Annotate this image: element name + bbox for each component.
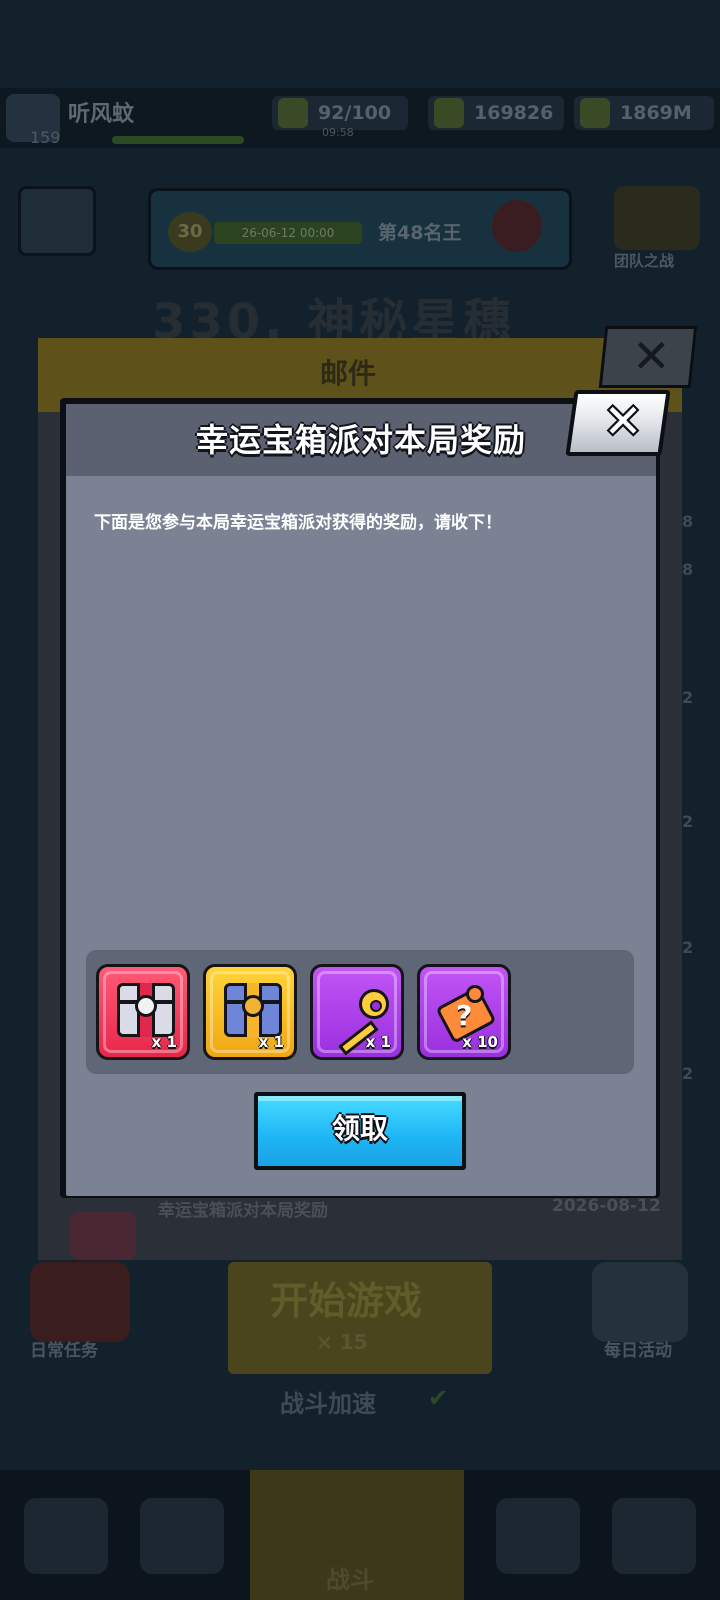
- reward-count: x 1: [258, 1033, 284, 1051]
- red-chest-icon: [117, 983, 175, 1039]
- energy-value: 92/100: [318, 102, 392, 124]
- guild-label: 团队之战: [614, 252, 675, 270]
- gold-chest-icon: [224, 983, 282, 1039]
- player-name: 听风蚊: [68, 102, 135, 127]
- mail-edge-number: 8: [682, 512, 694, 531]
- stage-progress: 26-06-12 00:00: [214, 222, 362, 244]
- daily-event-icon: [592, 1262, 688, 1342]
- mail-title: 邮件: [320, 357, 377, 390]
- gem-value: 1869M: [620, 102, 692, 124]
- gift-icon: [70, 1212, 136, 1260]
- mail-close-icon: ✕: [632, 329, 671, 383]
- stage-rank: 第48名王: [378, 222, 462, 244]
- reward-count: x 1: [151, 1033, 177, 1051]
- gem-counter: 1869M: [574, 96, 714, 130]
- mail-edge-number: 2: [682, 688, 694, 707]
- coin-icon: [434, 98, 464, 128]
- mail-row-title: 幸运宝箱派对本局奖励: [158, 1201, 328, 1221]
- coin-value: 169826: [474, 102, 554, 124]
- nav-battle-label: 战斗: [326, 1566, 374, 1594]
- daily-task-icon: [30, 1262, 130, 1342]
- reward-count: x 10: [462, 1033, 498, 1051]
- daily-task-label: 日常任务: [30, 1341, 98, 1361]
- close-button[interactable]: [565, 390, 671, 456]
- nav-heroes-icon: [140, 1498, 224, 1574]
- mail-edge-number: 2: [682, 938, 694, 957]
- energy-counter: 92/100: [272, 96, 408, 130]
- nav-skills-icon: [496, 1498, 580, 1574]
- mail-edge-number: 8: [682, 560, 694, 579]
- mail-row-date: 2026-08-12: [552, 1196, 661, 1216]
- battle-speed-label: 战斗加速: [280, 1390, 376, 1418]
- reward-item-gold-chest[interactable]: x 1: [203, 964, 297, 1060]
- checkmark-icon: ✔: [428, 1384, 449, 1412]
- mail-edge-number: 2: [682, 1064, 694, 1083]
- reward-count: x 1: [365, 1033, 391, 1051]
- start-game-cost: × 15: [316, 1330, 368, 1354]
- player-xp-bar: [112, 136, 244, 144]
- reward-item-puzzle-piece[interactable]: ? x 10: [417, 964, 511, 1060]
- daily-event-label: 每日活动: [604, 1341, 672, 1361]
- reward-message: 下面是您参与本局幸运宝箱派对获得的奖励，请收下！: [94, 513, 502, 533]
- reward-item-red-chest[interactable]: x 1: [96, 964, 190, 1060]
- player-level: 159: [30, 128, 61, 147]
- menu-button: [18, 186, 96, 256]
- claim-button-face[interactable]: [258, 1096, 462, 1166]
- nav-weapons-icon: [612, 1498, 696, 1574]
- guild-shield-icon: [614, 186, 700, 250]
- energy-icon: [278, 98, 308, 128]
- gem-icon: [580, 98, 610, 128]
- stage-badge: 30: [168, 212, 212, 252]
- start-game-label: 开始游戏: [270, 1279, 423, 1323]
- mail-edge-number: 2: [682, 812, 694, 831]
- nav-shop-icon: [24, 1498, 108, 1574]
- energy-timer: 09:58: [322, 126, 354, 139]
- coin-counter: 169826: [428, 96, 564, 130]
- map-pin-icon: [492, 200, 542, 252]
- reward-item-golden-key[interactable]: x 1: [310, 964, 404, 1060]
